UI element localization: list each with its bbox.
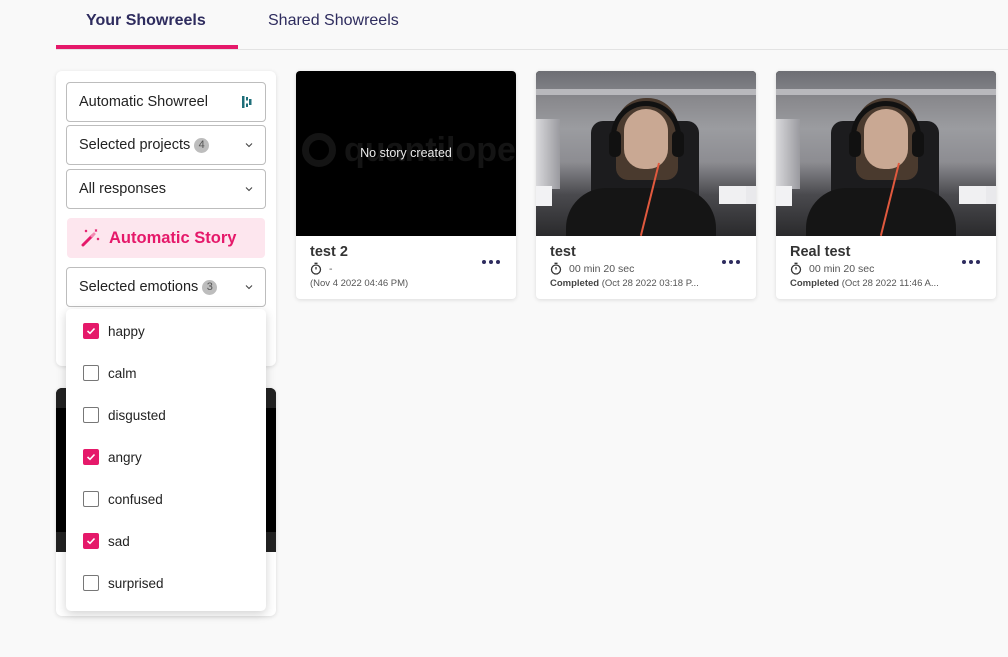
showreel-date: (Oct 28 2022 03:18 P... [601, 278, 699, 289]
showreel-thumbnail [536, 71, 756, 236]
emotion-option-calm[interactable]: calm [66, 352, 266, 394]
tab-shared-showreels[interactable]: Shared Showreels [268, 12, 399, 30]
emotion-label: calm [108, 365, 137, 381]
showreel-status: Completed [790, 278, 840, 289]
showreel-title: test 2 [310, 244, 348, 260]
emotion-option-angry[interactable]: angry [66, 436, 266, 478]
automatic-story-button[interactable]: Automatic Story [67, 218, 265, 258]
showreel-duration: 00 min 20 sec [569, 262, 635, 275]
showreel-duration: 00 min 20 sec [809, 262, 875, 275]
magic-wand-icon [81, 229, 101, 247]
chevron-down-icon [245, 283, 253, 291]
emotion-option-disgusted[interactable]: disgusted [66, 394, 266, 436]
emotions-count-badge: 3 [202, 280, 218, 295]
checkbox[interactable] [83, 575, 99, 591]
checkbox[interactable] [83, 365, 99, 381]
showreel-status: Completed [550, 278, 600, 289]
stopwatch-icon [310, 262, 322, 275]
showreel-card[interactable]: Real test 00 min 20 sec Completed (Oct 2… [776, 71, 996, 299]
emotion-label: surprised [108, 575, 164, 591]
projects-count-badge: 4 [194, 138, 210, 153]
showreel-card[interactable]: test 00 min 20 sec Completed (Oct 28 202… [536, 71, 756, 299]
chevron-down-icon [245, 141, 253, 149]
checkbox[interactable] [83, 491, 99, 507]
showreel-info: test 2 - (Nov 4 2022 04:46 PM) [296, 236, 516, 299]
tab-bar: Your Showreels Shared Showreels [56, 0, 1008, 50]
emotion-option-surprised[interactable]: surprised [66, 562, 266, 604]
showreel-thumbnail: quantilope No story created [296, 71, 516, 236]
stopwatch-icon [790, 262, 802, 275]
responses-select-label: All responses [79, 181, 167, 197]
video-frame-image [536, 71, 756, 236]
showreel-thumbnail [776, 71, 996, 236]
emotion-label: sad [108, 533, 130, 549]
showreel-status-row: Completed (Oct 28 2022 03:18 P... [550, 278, 740, 289]
responses-select[interactable]: All responses [66, 169, 266, 209]
emotion-option-happy[interactable]: happy [66, 310, 266, 352]
showreel-duration-row: 00 min 20 sec [790, 262, 982, 275]
showreel-info: Real test 00 min 20 sec Completed (Oct 2… [776, 236, 996, 299]
emotion-option-confused[interactable]: confused [66, 478, 266, 520]
tab-your-showreels[interactable]: Your Showreels [86, 12, 206, 30]
projects-select-label: Selected projects [79, 137, 191, 153]
active-tab-indicator [56, 45, 238, 49]
video-frame-image [776, 71, 996, 236]
showreel-status-row: (Nov 4 2022 04:46 PM) [310, 278, 500, 289]
showreel-card[interactable]: quantilope No story created test 2 - (No… [296, 71, 516, 299]
showreel-duration-row: 00 min 20 sec [550, 262, 742, 275]
showreel-title: Real test [790, 244, 851, 260]
checkbox-checked[interactable] [83, 323, 99, 339]
emotions-select-label-wrap: Selected emotions 3 [79, 279, 245, 295]
showreel-date: (Oct 28 2022 11:46 A... [841, 278, 939, 289]
emotions-select[interactable]: Selected emotions 3 [66, 267, 266, 307]
projects-select-label-wrap: Selected projects 4 [79, 137, 245, 153]
emotion-label: angry [108, 449, 142, 465]
showreel-name-input[interactable]: Automatic Showreel [66, 82, 266, 122]
emotion-option-sad[interactable]: sad [66, 520, 266, 562]
emotion-label: happy [108, 323, 145, 339]
showreel-name-value: Automatic Showreel [79, 94, 208, 110]
automatic-story-label: Automatic Story [109, 228, 237, 247]
more-options-button[interactable] [482, 260, 500, 264]
more-options-button[interactable] [722, 260, 740, 264]
checkbox-checked[interactable] [83, 533, 99, 549]
emotions-dropdown-menu: happy calm disgusted angry confused sad … [66, 309, 266, 611]
showreel-title: test [550, 244, 576, 260]
checkbox[interactable] [83, 407, 99, 423]
stopwatch-icon [550, 262, 562, 275]
emotions-select-label: Selected emotions [79, 279, 199, 295]
showreel-duration-row: - [310, 262, 502, 275]
showreel-info: test 00 min 20 sec Completed (Oct 28 202… [536, 236, 756, 299]
showreel-date: (Nov 4 2022 04:46 PM) [310, 278, 409, 289]
more-options-button[interactable] [962, 260, 980, 264]
showreel-duration: - [329, 262, 333, 275]
brand-logo-icon [241, 95, 253, 109]
no-story-message: No story created [360, 146, 452, 160]
chevron-down-icon [245, 185, 253, 193]
showreel-status-row: Completed (Oct 28 2022 11:46 A... [790, 278, 980, 289]
checkbox-checked[interactable] [83, 449, 99, 465]
emotion-label: disgusted [108, 407, 166, 423]
emotion-label: confused [108, 491, 163, 507]
projects-select[interactable]: Selected projects 4 [66, 125, 266, 165]
